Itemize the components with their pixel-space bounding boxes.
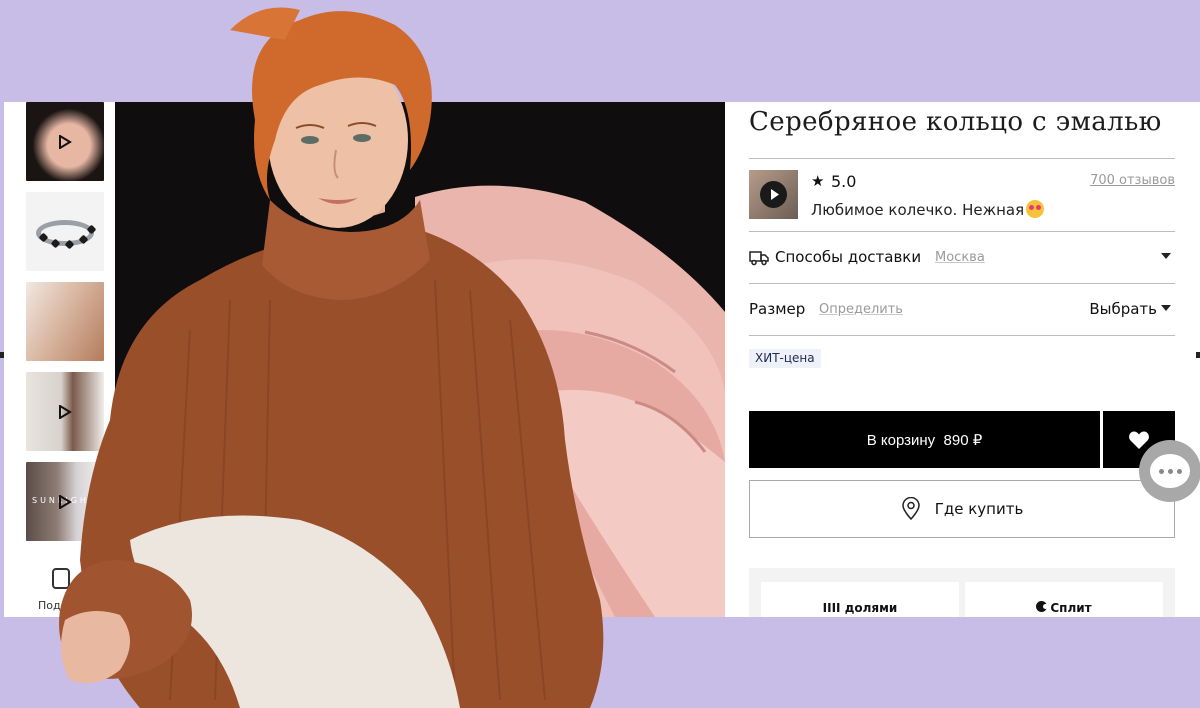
product-panel: SUNLIGHT Под Серебряное кольцо с эмалью [4, 102, 1200, 617]
hit-price-badge: ХИТ-цена [749, 349, 821, 368]
where-to-buy-label: Где купить [934, 500, 1024, 518]
thumbnail-video-3[interactable]: SUNLIGHT [26, 462, 104, 541]
size-select[interactable]: Выбрать [1089, 300, 1157, 318]
gallery-prev-arrow[interactable] [0, 352, 4, 358]
thumbnail-ring[interactable] [26, 192, 104, 271]
split-option[interactable]: Сплит [965, 582, 1163, 617]
heart-icon [1129, 431, 1149, 449]
size-row: Размер Определить Выбрать [749, 284, 1175, 335]
review-video-thumbnail[interactable] [749, 170, 798, 219]
play-icon [59, 494, 72, 509]
size-label: Размер [749, 300, 806, 318]
caret-down-icon[interactable] [1161, 305, 1171, 311]
delivery-label: Способы доставки [775, 248, 922, 266]
review-preview[interactable]: ★ 5.0 700 отзывов Любимое колечко. Нежна… [749, 159, 1175, 231]
thumbnail-more[interactable]: Под [26, 552, 104, 612]
dolyami-label: IIII долями [822, 601, 898, 615]
review-text: Любимое колечко. Нежная [811, 201, 1025, 219]
split-logo-icon [1036, 601, 1049, 612]
thumbnail-video-1[interactable] [26, 102, 104, 181]
play-button[interactable] [760, 181, 787, 208]
reviews-count-link[interactable]: 700 отзывов [1090, 173, 1175, 188]
delivery-city-link[interactable]: Москва [935, 250, 985, 265]
chat-button[interactable] [1139, 440, 1200, 502]
gallery-next-arrow[interactable] [1196, 352, 1200, 358]
review-snippet: Любимое колечко. Нежная [811, 200, 1045, 219]
thumbnail-video-2[interactable] [26, 372, 104, 451]
chat-icon [1150, 454, 1190, 488]
thumbnail-gallery: SUNLIGHT Под [26, 102, 106, 612]
product-title: Серебряное кольцо с эмалью [749, 107, 1162, 137]
product-info: Серебряное кольцо с эмалью ★ 5.0 700 отз… [749, 102, 1175, 336]
thumbnail-more-label: Под [38, 599, 61, 612]
split-label: Сплит [1050, 601, 1092, 615]
play-icon [59, 134, 72, 149]
rating-value: 5.0 [831, 172, 857, 191]
play-icon [59, 404, 72, 419]
truck-icon [749, 251, 769, 266]
divider [749, 335, 1175, 336]
hands-image [115, 102, 725, 617]
try-on-icon [52, 568, 70, 589]
where-to-buy-button[interactable]: Где купить [749, 480, 1175, 538]
caret-down-icon[interactable] [1161, 253, 1171, 259]
dolyami-option[interactable]: IIII долями [761, 582, 959, 617]
size-define-link[interactable]: Определить [819, 302, 903, 317]
thumbnail-model[interactable] [26, 282, 104, 361]
heart-eyes-emoji [1026, 200, 1045, 218]
main-product-photo[interactable] [115, 102, 725, 617]
add-to-cart-label: В корзину 890 ₽ [866, 431, 983, 449]
add-to-cart-button[interactable]: В корзину 890 ₽ [749, 411, 1100, 468]
payment-options: IIII долями Сплит [749, 568, 1175, 617]
location-pin-icon [901, 497, 920, 521]
play-icon [771, 189, 779, 200]
delivery-row[interactable]: Способы доставки Москва [749, 232, 1175, 283]
star-icon: ★ [811, 172, 825, 190]
